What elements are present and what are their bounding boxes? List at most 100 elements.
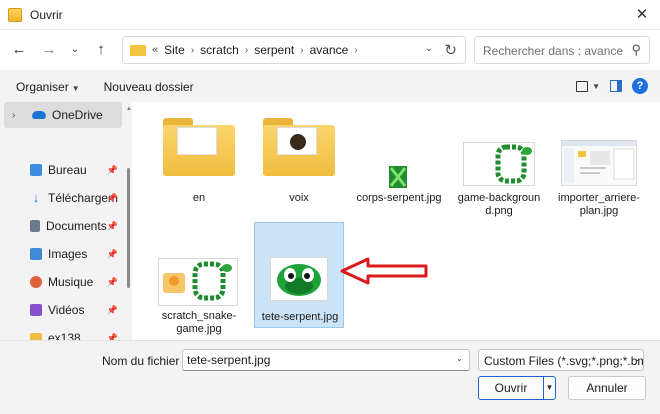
back-arrow-icon[interactable]: ← [8,39,30,61]
sidebar-item-ex138[interactable]: ex138 📌 [4,325,122,340]
pin-icon: 📌 [106,248,118,259]
folder-icon [163,118,235,176]
file-name: en [192,192,206,204]
file-name: corps-serpent.jpg [356,192,442,204]
pin-icon: 📌 [106,276,118,287]
title-bar: Ouvrir ✕ [0,0,660,30]
download-icon: ↓ [32,190,40,205]
folder-icon [263,118,335,176]
chevron-right-icon[interactable]: › [354,45,357,56]
chevron-down-icon[interactable]: ⌄ [634,354,641,363]
open-label: Ouvrir [494,381,528,395]
image-thumbnail [158,258,238,306]
app-icon [8,7,22,22]
file-item-folder-voix[interactable]: voix [254,108,344,218]
folder-icon [130,44,146,56]
sidebar-item-telechargements[interactable]: ↓ Téléchargem 📌 [4,185,122,211]
sidebar-item-musique[interactable]: Musique 📌 [4,269,122,295]
preview-pane-icon[interactable] [610,80,622,92]
new-folder-button[interactable]: Nouveau dossier [104,80,194,94]
videos-icon [30,304,42,316]
sidebar-item-bureau[interactable]: Bureau 📌 [4,157,122,183]
search-input[interactable]: Rechercher dans : avance ⚲ [474,36,650,64]
file-item-folder-en[interactable]: en [154,108,244,218]
chevron-down-icon[interactable]: ⌄ [425,43,433,54]
file-item-corps-serpent[interactable]: corps-serpent.jpg [354,108,444,218]
chevron-right-icon[interactable]: › [12,110,22,121]
chevron-right-icon[interactable]: › [191,45,194,56]
folder-icon [30,333,42,340]
sidebar-item-label: Vidéos [48,303,85,317]
image-thumbnail [463,142,535,186]
window-title: Ouvrir [30,7,63,22]
music-icon [30,276,42,288]
sidebar-item-documents[interactable]: Documents 📌 [4,213,122,239]
close-button[interactable]: ✕ [634,7,650,23]
file-item-game-background[interactable]: game-backgroun d.png [454,108,544,218]
navigation-pane: › OneDrive Bureau 📌 ↓ Téléchargem 📌 Docu… [0,102,132,340]
caret-down-icon[interactable]: ▼ [592,82,600,91]
address-bar[interactable]: « Site › scratch › serpent › avance › ⌄ … [122,36,466,64]
sidebar-item-videos[interactable]: Vidéos 📌 [4,297,122,323]
filename-field[interactable] [182,349,470,371]
refresh-icon[interactable]: ↻ [444,41,457,59]
caret-down-icon: ▼ [71,84,80,93]
file-name: importer_arriere-plan.jpg [558,192,640,217]
open-button[interactable]: Ouvrir ▼ [478,376,556,400]
forward-arrow-icon[interactable]: → [38,39,60,61]
file-name: scratch_snake-game.jpg [161,310,237,335]
images-icon [30,248,42,260]
breadcrumb-serpent[interactable]: serpent [254,43,294,57]
sidebar-item-label: Musique [48,275,94,289]
sidebar-item-label: Documents [46,219,107,233]
sidebar-item-label: ex138 [48,331,81,340]
breadcrumb-scratch[interactable]: scratch [200,43,239,57]
file-name: voix [289,192,309,204]
navigation-bar: ← → ⌄ ↑ « Site › scratch › serpent › ava… [0,30,660,70]
filetype-select[interactable]: Custom Files (*.svg;*.png;*.bmp; [478,349,644,371]
file-name: tete-serpent.jpg [261,311,339,323]
image-thumbnail [389,166,407,188]
pin-icon: 📌 [106,192,118,203]
search-icon[interactable]: ⚲ [631,42,641,58]
pin-icon: 📌 [106,220,118,231]
cancel-button[interactable]: Annuler [568,376,646,400]
chevron-right-icon[interactable]: › [245,45,248,56]
image-thumbnail [561,140,637,186]
help-icon[interactable]: ? [632,78,648,94]
file-list: en voix corps-serpent.jpg game-backgroun… [132,102,660,340]
documents-icon [30,220,40,232]
open-options-caret-icon[interactable]: ▼ [543,377,555,399]
dialog-footer: Nom du fichier : ⌄ Custom Files (*.svg;*… [0,340,660,414]
pin-icon: 📌 [106,332,118,341]
breadcrumb-avance[interactable]: avance [310,43,349,57]
sidebar-item-label: Images [48,247,88,261]
sidebar-item-images[interactable]: Images 📌 [4,241,122,267]
annotation-arrow-icon [340,257,428,285]
view-mode-icon[interactable] [576,80,589,92]
up-arrow-icon[interactable]: ↑ [90,39,112,61]
chevron-right-icon[interactable]: › [300,45,303,56]
sidebar-item-label: OneDrive [52,108,103,122]
desktop-icon [30,164,42,176]
pin-icon: 📌 [106,304,118,315]
breadcrumb-site[interactable]: Site [164,43,185,57]
image-thumbnail [270,257,328,301]
file-item-tete-serpent[interactable]: tete-serpent.jpg [254,222,344,328]
pin-icon: 📌 [106,164,118,175]
file-name: game-backgroun d.png [457,192,541,217]
sidebar-scrollbar[interactable] [127,168,130,288]
organize-label: Organiser [16,80,69,94]
chevron-down-icon[interactable]: ⌄ [456,354,463,363]
file-item-scratch-snake-game[interactable]: scratch_snake-game.jpg [154,226,244,336]
address-prefix[interactable]: « [152,44,158,56]
file-item-importer-arriere-plan[interactable]: importer_arriere-plan.jpg [554,108,644,218]
organize-menu-button[interactable]: Organiser ▼ [16,80,80,94]
search-placeholder: Rechercher dans : avance [483,44,624,58]
filename-label: Nom du fichier : [102,354,187,368]
cloud-icon [32,111,46,119]
recent-dropdown-icon[interactable]: ⌄ [64,39,86,61]
sidebar-item-label: Bureau [48,163,87,177]
command-bar: Organiser ▼ Nouveau dossier ▼ ? [0,72,660,102]
sidebar-item-onedrive[interactable]: › OneDrive [4,102,122,128]
